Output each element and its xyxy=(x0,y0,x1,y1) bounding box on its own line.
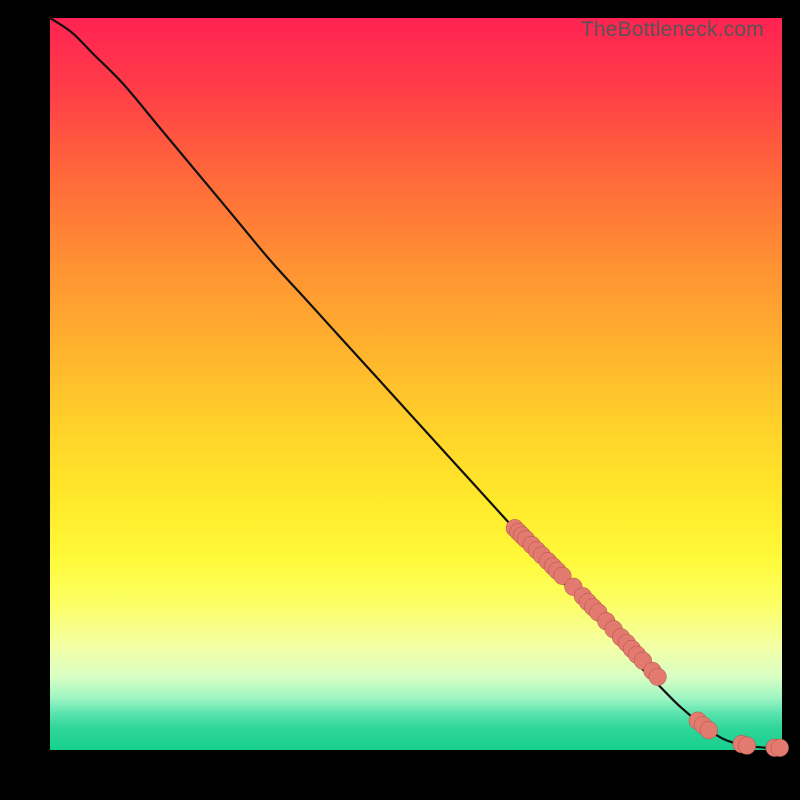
chart-points xyxy=(506,519,789,756)
chart-frame: TheBottleneck.com xyxy=(0,0,800,800)
data-point xyxy=(649,668,667,686)
plot-area: TheBottleneck.com xyxy=(50,18,782,750)
chart-svg xyxy=(50,18,782,750)
data-point xyxy=(738,737,756,755)
data-point xyxy=(771,739,789,757)
data-point xyxy=(700,721,718,739)
chart-curve xyxy=(50,18,782,748)
